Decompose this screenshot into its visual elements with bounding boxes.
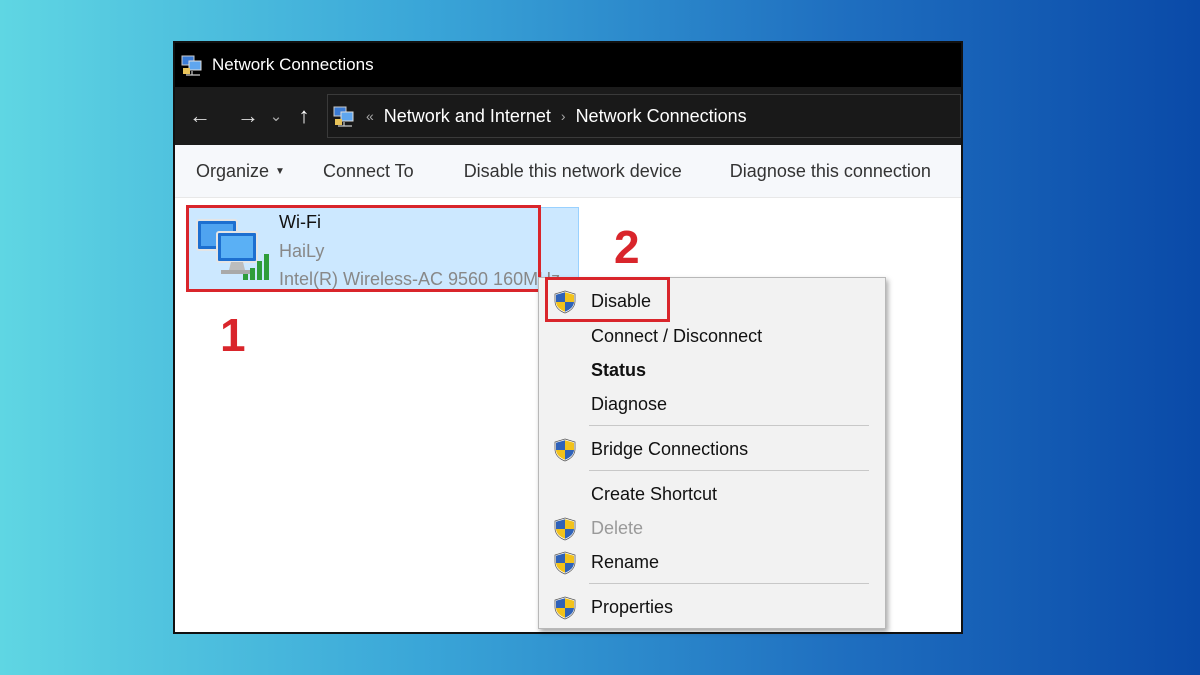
breadcrumb-separator-icon: › — [560, 108, 566, 124]
menu-item-label: Delete — [591, 517, 644, 538]
menu-item-label: Rename — [591, 551, 660, 572]
menu-item-label: Diagnose — [591, 393, 668, 414]
uac-shield-icon — [553, 551, 577, 575]
menu-item-properties[interactable]: Properties — [539, 591, 885, 623]
diagnose-connection-button[interactable]: Diagnose this connection — [730, 161, 931, 182]
menu-item-connect-disconnect[interactable]: Connect / Disconnect — [539, 320, 885, 352]
step-2-label: 2 — [614, 221, 640, 273]
menu-item-label: Bridge Connections — [591, 438, 749, 459]
menu-divider — [589, 583, 869, 584]
breadcrumb-network-and-internet[interactable]: Network and Internet — [384, 106, 551, 127]
address-path[interactable]: « Network and Internet › Network Connect… — [327, 94, 961, 138]
menu-item-label: Status — [591, 359, 647, 380]
menu-item-label: Create Shortcut — [591, 483, 718, 504]
network-folder-icon — [180, 53, 204, 77]
breadcrumb-overflow-icon[interactable]: « — [366, 108, 374, 124]
title-bar[interactable]: Network Connections — [175, 43, 961, 87]
forward-arrow-icon[interactable]: → — [231, 103, 265, 129]
highlight-box-step2 — [545, 277, 670, 322]
uac-shield-icon — [553, 438, 577, 462]
menu-item-status[interactable]: Status — [539, 354, 885, 386]
command-bar: Organize ▼ Connect To Disable this networ… — [175, 145, 961, 198]
highlight-box-step1 — [186, 205, 541, 292]
uac-shield-icon — [553, 517, 577, 541]
recent-locations-chevron-icon[interactable]: ⌄ — [265, 107, 287, 125]
menu-item-bridge-connections[interactable]: Bridge Connections — [539, 433, 885, 465]
menu-item-delete: Delete — [539, 512, 885, 544]
menu-item-create-shortcut[interactable]: Create Shortcut — [539, 478, 885, 510]
disable-device-button[interactable]: Disable this network device — [464, 161, 682, 182]
up-arrow-icon[interactable]: ↑ — [287, 103, 321, 129]
organize-menu-button[interactable]: Organize ▼ — [196, 161, 285, 182]
dropdown-caret-icon: ▼ — [275, 165, 285, 177]
context-menu: Disable Connect / Disconnect Status Diag… — [538, 277, 886, 629]
organize-label: Organize — [196, 160, 270, 181]
breadcrumb-network-connections[interactable]: Network Connections — [576, 106, 747, 127]
menu-divider — [589, 470, 869, 471]
connect-to-button[interactable]: Connect To — [323, 161, 414, 182]
menu-item-rename[interactable]: Rename — [539, 546, 885, 578]
back-arrow-icon[interactable]: ← — [183, 103, 217, 129]
menu-item-diagnose[interactable]: Diagnose — [539, 388, 885, 420]
uac-shield-icon — [553, 596, 577, 620]
window-title: Network Connections — [212, 55, 374, 74]
step-1-label: 1 — [220, 309, 246, 361]
network-folder-icon — [332, 104, 356, 128]
menu-divider — [589, 425, 869, 426]
menu-item-label: Connect / Disconnect — [591, 325, 763, 346]
menu-item-label: Properties — [591, 596, 674, 617]
address-bar: ← → ⌄ ↑ « Network and Internet › Network… — [175, 87, 961, 145]
